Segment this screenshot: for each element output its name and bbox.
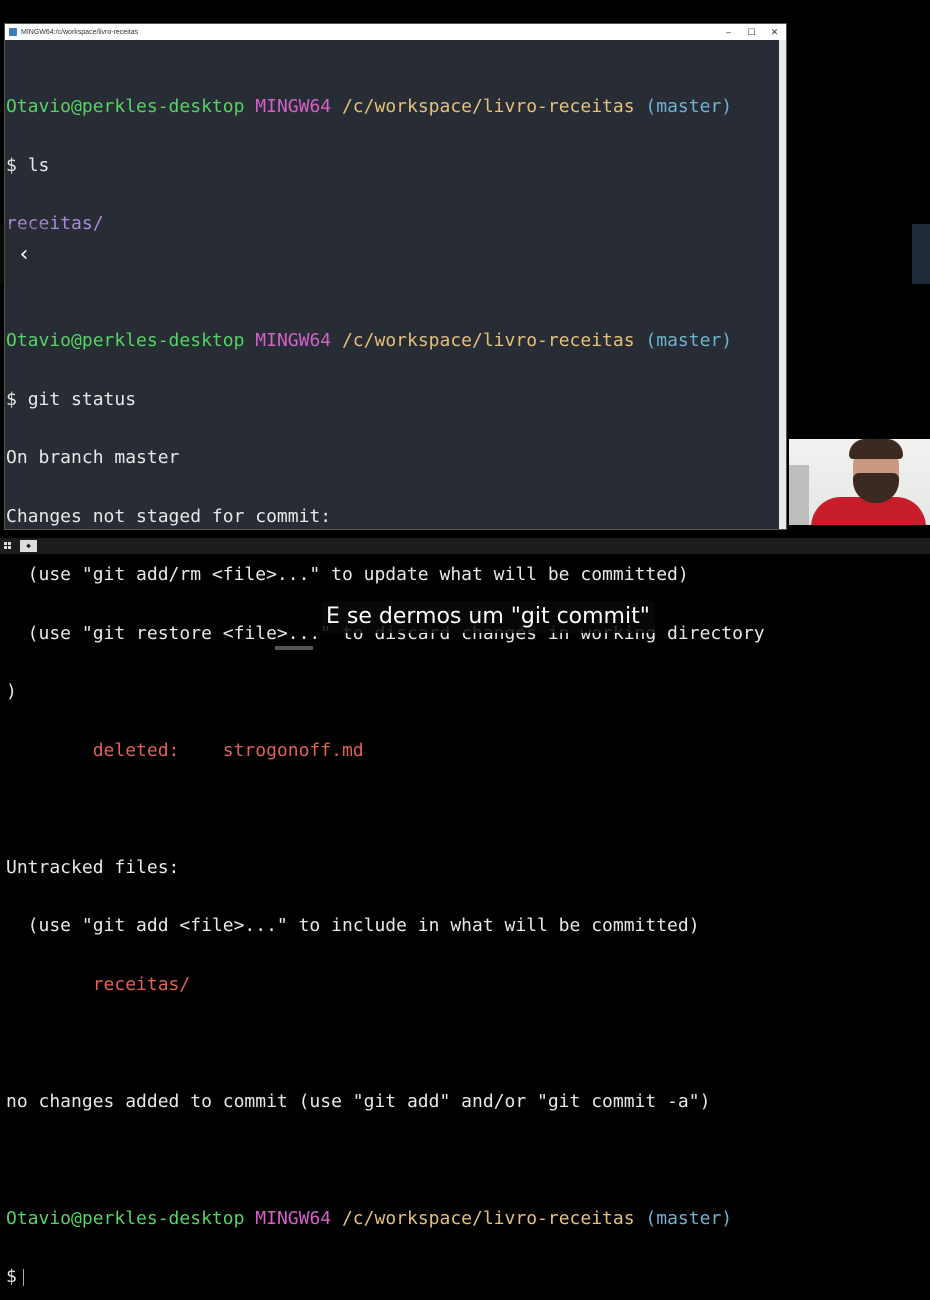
video-progress-bar[interactable] (275, 646, 313, 650)
taskbar-app-icon[interactable]: ◆ (20, 540, 37, 552)
prompt-line: Otavio@perkles-desktop MINGW64 /c/worksp… (6, 1207, 733, 1229)
chevron-left-icon: ‹ (19, 241, 29, 267)
output-line: Changes not staged for commit: (6, 505, 332, 527)
taskbar: ◆ (0, 538, 930, 554)
command-line: $ ls (6, 154, 50, 176)
prompt-line: Otavio@perkles-desktop MINGW64 /c/worksp… (6, 330, 733, 351)
minimize-button[interactable]: – (717, 27, 740, 38)
output-line: no changes added to commit (use "git add… (6, 1090, 711, 1112)
close-button[interactable]: ✕ (763, 27, 786, 38)
output-line: On branch master (6, 447, 180, 468)
input-line[interactable]: $ (6, 1267, 922, 1287)
windows-start-icon[interactable] (4, 542, 12, 550)
output-line: (use "git add/rm <file>..." to update wh… (6, 564, 689, 585)
text-cursor (22, 1268, 24, 1286)
next-slide-handle[interactable] (912, 224, 930, 284)
command-line: $ git status (6, 388, 137, 410)
terminal-output[interactable]: Otavio@perkles-desktop MINGW64 /c/worksp… (6, 58, 922, 1300)
subtitle-caption: E se dermos um "git commit" (321, 601, 655, 633)
window-title: MINGW64:/c/workspace/livro-receitas (21, 28, 139, 36)
output-line: (use "git add <file>..." to include in w… (6, 915, 700, 936)
mingw-icon (9, 28, 17, 36)
untracked-file-line: receitas/ (6, 973, 191, 995)
output-line: ) (6, 681, 17, 702)
webcam-overlay (789, 439, 930, 525)
prompt-line: Otavio@perkles-desktop MINGW64 /c/worksp… (6, 96, 733, 117)
deleted-line: deleted: strogonoff.md (6, 739, 364, 761)
output-line: receitas/ (6, 213, 104, 234)
previous-slide-button[interactable]: ‹ (0, 224, 48, 284)
output-line: Untracked files: (6, 856, 180, 878)
maximize-button[interactable]: ☐ (740, 27, 763, 38)
title-bar[interactable]: MINGW64:/c/workspace/livro-receitas – ☐ … (5, 24, 786, 40)
